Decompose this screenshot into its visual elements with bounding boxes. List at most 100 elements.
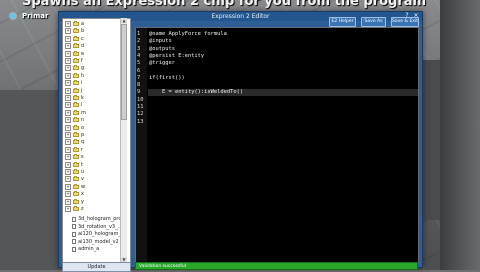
code-line[interactable]: 2 @inputs bbox=[136, 38, 418, 45]
file-item[interactable]: 3d_rotation_v3_... bbox=[72, 224, 122, 230]
code-line[interactable]: 11 bbox=[136, 104, 418, 111]
code-line[interactable]: 1 @name ApplyForce formula bbox=[136, 31, 418, 38]
expand-icon[interactable]: + bbox=[65, 161, 71, 168]
expand-icon[interactable]: + bbox=[65, 87, 71, 94]
folder-label: s bbox=[81, 154, 84, 161]
expand-icon[interactable]: + bbox=[65, 132, 71, 138]
folder-item[interactable]: + q bbox=[65, 139, 84, 146]
folder-item[interactable]: + t bbox=[65, 161, 83, 168]
save-exit-button[interactable]: Save & Exit bbox=[391, 17, 419, 27]
folder-item[interactable]: + j bbox=[65, 87, 83, 94]
folder-item[interactable]: + c bbox=[65, 35, 84, 42]
expand-icon[interactable]: + bbox=[65, 109, 71, 116]
hud-label: Primar bbox=[22, 12, 49, 20]
folder-item[interactable]: + x bbox=[65, 191, 84, 198]
expand-icon[interactable]: + bbox=[65, 102, 71, 109]
code-line[interactable]: 3 @outputs bbox=[136, 46, 418, 53]
expand-icon[interactable]: + bbox=[65, 139, 71, 146]
save-as-button[interactable]: Save As bbox=[361, 17, 386, 27]
code-line[interactable]: 8 bbox=[136, 82, 418, 89]
folder-item[interactable]: + u bbox=[65, 169, 84, 175]
expand-icon[interactable]: + bbox=[65, 206, 71, 212]
folder-item[interactable]: + v bbox=[65, 176, 84, 183]
folder-item[interactable]: + o bbox=[65, 124, 84, 131]
file-item[interactable]: ai130_model_v2 bbox=[72, 239, 119, 245]
folder-label: z bbox=[81, 206, 84, 212]
expand-icon[interactable]: + bbox=[65, 35, 71, 42]
folder-item[interactable]: + e bbox=[65, 50, 84, 57]
folder-item[interactable]: + m bbox=[65, 109, 86, 116]
status-bar: Validation successful bbox=[135, 262, 418, 270]
folder-item[interactable]: + s bbox=[65, 154, 84, 161]
folder-item[interactable]: + l bbox=[65, 102, 82, 109]
expand-icon[interactable]: + bbox=[65, 58, 71, 64]
line-number: 5 bbox=[137, 60, 141, 67]
expand-icon[interactable]: + bbox=[65, 198, 71, 205]
expand-icon[interactable]: + bbox=[65, 124, 71, 131]
folder-item[interactable]: + y bbox=[65, 198, 84, 205]
folder-icon bbox=[73, 80, 79, 86]
expand-icon[interactable]: + bbox=[65, 80, 71, 87]
code-text: E = entity():isWeldedTo() bbox=[149, 89, 244, 96]
folder-item[interactable]: + r bbox=[65, 146, 83, 153]
expand-icon[interactable]: + bbox=[65, 146, 71, 153]
folder-icon bbox=[73, 139, 79, 145]
folder-label: v bbox=[81, 176, 84, 183]
expand-icon[interactable]: + bbox=[65, 191, 71, 198]
folder-item[interactable]: + a bbox=[65, 21, 84, 27]
folder-label: k bbox=[81, 95, 84, 101]
folder-item[interactable]: + i bbox=[65, 80, 82, 87]
expand-icon[interactable]: + bbox=[65, 50, 71, 57]
folder-label: u bbox=[81, 169, 85, 175]
scroll-up-icon[interactable]: ▲ bbox=[121, 18, 127, 23]
file-item[interactable]: 3d_hologram_pro... bbox=[72, 216, 126, 222]
file-item[interactable]: ai120_hologram_... bbox=[72, 231, 126, 237]
code-line[interactable]: 7 if(first()) bbox=[136, 75, 418, 82]
folder-label: j bbox=[81, 87, 83, 94]
folder-item[interactable]: + g bbox=[65, 65, 84, 72]
line-number: 6 bbox=[137, 67, 141, 74]
folder-icon bbox=[73, 65, 79, 71]
expand-icon[interactable]: + bbox=[65, 43, 71, 50]
folder-item[interactable]: + b bbox=[65, 28, 84, 35]
folder-icon bbox=[73, 117, 79, 123]
code-line[interactable]: 6 bbox=[136, 68, 418, 75]
code-line[interactable]: 12 bbox=[136, 111, 418, 118]
code-line[interactable]: 4 @persist E:entity bbox=[136, 53, 418, 60]
code-editor[interactable]: 1 @name ApplyForce formula 2 @inputs 3 @outpu… bbox=[135, 27, 419, 263]
file-browser-scrollbar[interactable]: ▲ ▼ bbox=[120, 18, 127, 262]
expand-icon[interactable]: + bbox=[65, 65, 71, 72]
e2-helper-button[interactable]: E2 Helper bbox=[329, 17, 356, 27]
expand-icon[interactable]: + bbox=[65, 154, 71, 161]
folder-icon bbox=[73, 50, 79, 56]
file-item[interactable]: admin_a bbox=[72, 246, 99, 252]
folder-item[interactable]: + d bbox=[65, 43, 84, 50]
expand-icon[interactable]: + bbox=[65, 95, 71, 101]
folder-item[interactable]: + h bbox=[65, 72, 84, 79]
code-text: @persist E:entity bbox=[149, 52, 205, 59]
expand-icon[interactable]: + bbox=[65, 117, 71, 124]
expand-icon[interactable]: + bbox=[65, 183, 71, 190]
folder-label: f bbox=[81, 58, 83, 64]
folder-item[interactable]: + p bbox=[65, 132, 84, 138]
folder-item[interactable]: + w bbox=[65, 183, 85, 190]
expand-icon[interactable]: + bbox=[65, 28, 71, 35]
expand-icon[interactable]: + bbox=[65, 169, 71, 175]
folder-icon bbox=[73, 132, 79, 137]
folder-item[interactable]: + z bbox=[65, 206, 84, 212]
folder-item[interactable]: + n bbox=[65, 117, 84, 124]
scrollbar-thumb[interactable] bbox=[121, 24, 127, 120]
folder-item[interactable]: + k bbox=[65, 95, 84, 101]
expand-icon[interactable]: + bbox=[65, 21, 71, 27]
code-line[interactable]: 10 bbox=[136, 97, 418, 104]
code-line[interactable]: 9 E = entity():isWeldedTo() bbox=[136, 89, 418, 96]
window-title: Expression 2 Editor bbox=[211, 13, 270, 20]
folder-icon bbox=[73, 198, 79, 204]
folder-icon bbox=[73, 102, 79, 108]
expand-icon[interactable]: + bbox=[65, 176, 71, 183]
expand-icon[interactable]: + bbox=[65, 72, 71, 79]
code-line[interactable]: 5 @trigger bbox=[136, 60, 418, 67]
code-line[interactable]: 13 bbox=[136, 119, 418, 126]
update-button[interactable]: Update bbox=[62, 262, 131, 272]
folder-item[interactable]: + f bbox=[65, 58, 83, 64]
